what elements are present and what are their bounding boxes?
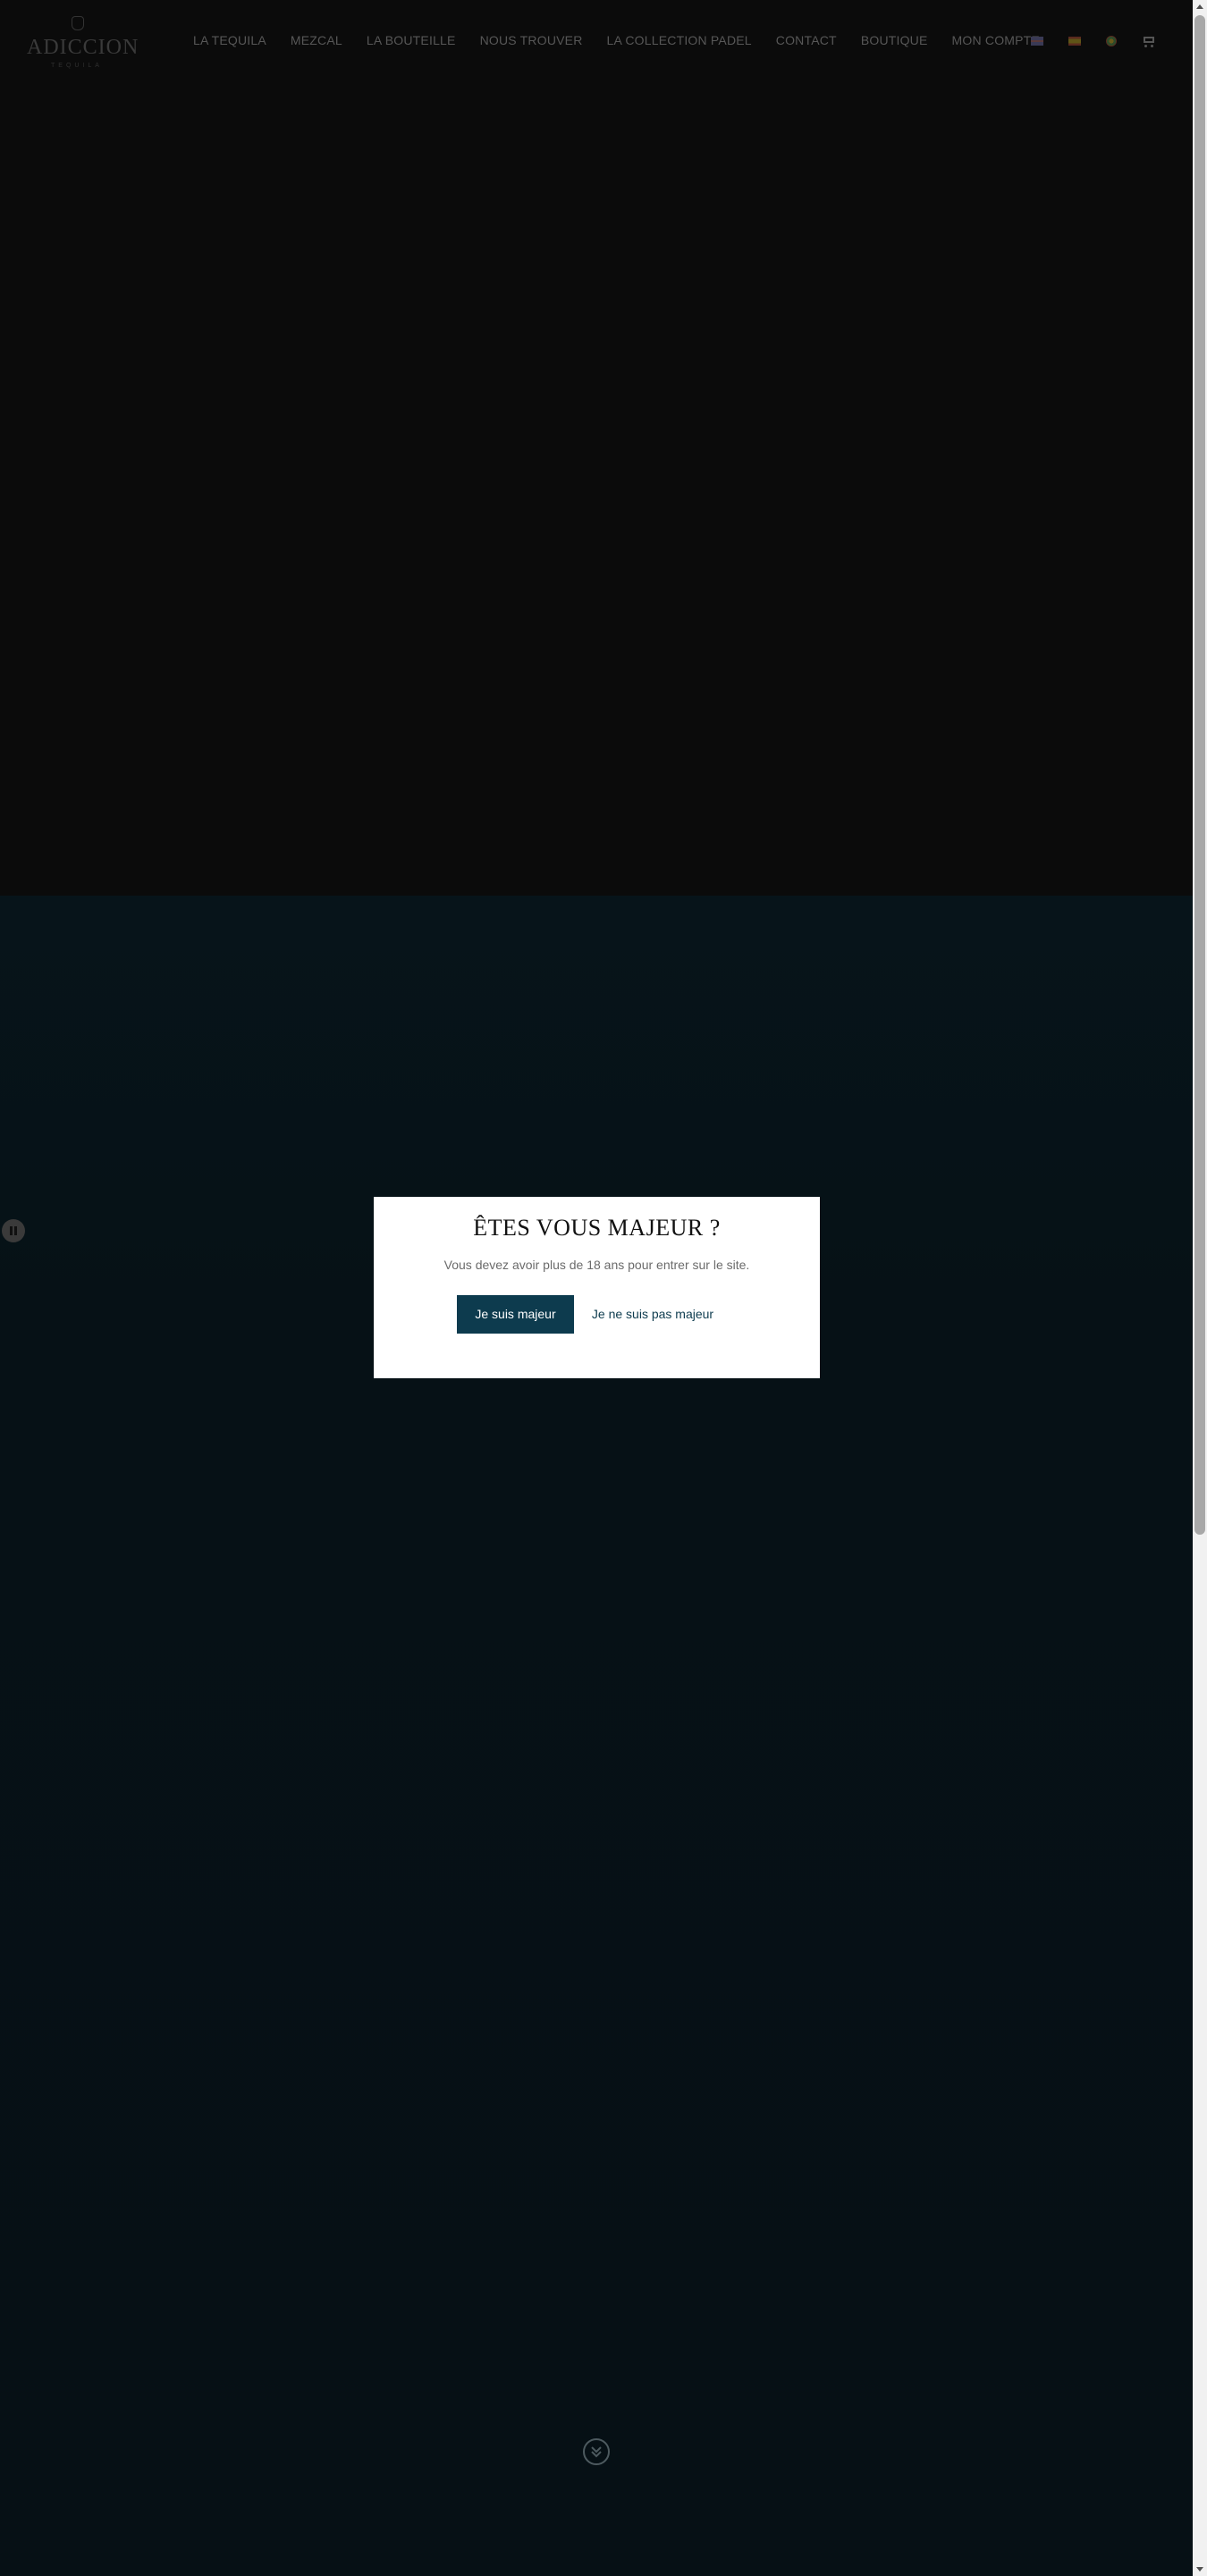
dark-section [0,896,1193,2576]
logo-crest-icon [72,16,84,30]
chevron-double-down-icon [591,2446,602,2458]
main-nav: LA TEQUILA MEZCAL LA BOUTEILLE NOUS TROU… [193,33,1064,47]
scroll-down-arrow-icon[interactable] [1196,2567,1203,2572]
nav-item-la-collection-padel[interactable]: LA COLLECTION PADEL [607,33,752,47]
cart-icon[interactable] [1142,35,1156,47]
page-scrollbar[interactable] [1193,0,1207,2576]
scrollbar-thumb[interactable] [1194,15,1205,1535]
age-verification-modal: ÊTES VOUS MAJEUR ? Vous devez avoir plus… [374,1197,820,1378]
site-header: ADICCION TEQUILA LA TEQUILA MEZCAL LA BO… [0,0,1193,86]
confirm-age-button[interactable]: Je suis majeur [457,1295,574,1334]
hero-video-area [0,0,1193,896]
flag-en-icon[interactable] [1031,37,1043,46]
nav-item-nous-trouver[interactable]: NOUS TROUVER [480,33,583,47]
modal-message: Vous devez avoir plus de 18 ans pour ent… [443,1258,750,1272]
scroll-down-button[interactable] [583,2438,610,2465]
nav-item-la-tequila[interactable]: LA TEQUILA [193,33,266,47]
nav-item-la-bouteille[interactable]: LA BOUTEILLE [367,33,456,47]
video-pause-icon[interactable] [2,1219,25,1242]
page: ADICCION TEQUILA LA TEQUILA MEZCAL LA BO… [0,0,1193,2576]
site-logo[interactable]: ADICCION TEQUILA [27,14,139,73]
logo-wordmark: ADICCION [27,36,139,59]
header-icons [1031,35,1156,47]
nav-item-boutique[interactable]: BOUTIQUE [861,33,928,47]
nav-item-mon-compte[interactable]: MON COMPTE [952,33,1040,47]
nav-item-mezcal[interactable]: MEZCAL [291,33,342,47]
flag-es-icon[interactable] [1068,37,1081,46]
modal-title: ÊTES VOUS MAJEUR ? [473,1215,721,1241]
flag-pt-icon[interactable] [1106,36,1117,46]
nav-item-contact[interactable]: CONTACT [776,33,837,47]
logo-subtitle: TEQUILA [51,63,103,69]
scroll-up-arrow-icon[interactable] [1196,4,1203,9]
deny-age-button[interactable]: Je ne suis pas majeur [581,1295,724,1334]
